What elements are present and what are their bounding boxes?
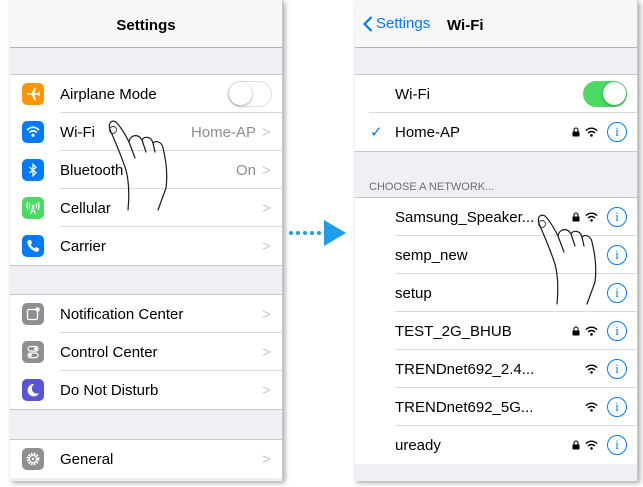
- tap-hand-icon: [537, 214, 597, 305]
- settings-row-control-center[interactable]: Control Center >: [10, 333, 282, 371]
- bluetooth-value: On: [235, 161, 256, 179]
- wifi-signal-icon: [585, 440, 598, 450]
- chevron-right-icon: >: [262, 381, 271, 399]
- airplane-icon: [22, 83, 44, 105]
- settings-row-carrier[interactable]: Carrier >: [10, 227, 282, 265]
- chevron-right-icon: >: [262, 237, 271, 255]
- network-name: Home-AP: [395, 123, 461, 141]
- chevron-right-icon: >: [262, 343, 271, 361]
- chevron-right-icon: >: [262, 305, 271, 323]
- checkmark-icon: ✓: [370, 124, 383, 141]
- back-label: Settings: [376, 15, 431, 32]
- network-row[interactable]: TRENDnet692_5G... i: [355, 388, 637, 426]
- section-header: CHOOSE A NETWORK...: [369, 181, 495, 193]
- row-label: Notification Center: [60, 305, 184, 323]
- bluetooth-icon: [22, 159, 44, 181]
- settings-row-general[interactable]: General >: [10, 440, 282, 478]
- row-label: Carrier: [60, 237, 106, 255]
- chevron-right-icon: >: [262, 161, 271, 179]
- settings-row-notification-center[interactable]: Notification Center >: [10, 295, 282, 333]
- chevron-left-icon: [363, 15, 373, 32]
- network-row[interactable]: TRENDnet692_2.4... i: [355, 350, 637, 388]
- gear-icon: [22, 448, 44, 470]
- network-name: uready: [395, 436, 441, 454]
- wifi-toggle-row[interactable]: Wi-Fi: [355, 75, 637, 113]
- info-button[interactable]: i: [607, 397, 627, 417]
- phone-icon: [22, 235, 44, 257]
- page-title: Wi-Fi: [447, 17, 484, 34]
- settings-row-do-not-disturb[interactable]: Do Not Disturb >: [10, 371, 282, 409]
- tap-hand-icon: [108, 120, 168, 211]
- wifi-value: Home-AP: [190, 123, 256, 141]
- settings-navbar: Settings: [10, 0, 282, 48]
- network-name: TRENDnet692_5G...: [395, 398, 534, 416]
- info-button[interactable]: i: [607, 435, 627, 455]
- network-name: TRENDnet692_2.4...: [395, 360, 535, 378]
- chevron-right-icon: >: [262, 123, 271, 141]
- wifi-label: Wi-Fi: [395, 85, 430, 103]
- lock-icon: [572, 127, 580, 137]
- wifi-signal-icon: [585, 402, 598, 412]
- cellular-icon: [22, 197, 44, 219]
- control-center-icon: [22, 341, 44, 363]
- row-label: General: [60, 450, 114, 468]
- network-row[interactable]: uready i: [355, 426, 637, 464]
- connected-network-row[interactable]: ✓ Home-AP i: [355, 113, 637, 151]
- wifi-toggle[interactable]: [583, 81, 627, 107]
- row-label: Airplane Mode: [60, 85, 157, 103]
- settings-screen: Settings Airplane Mode Wi-Fi Home-AP > B…: [10, 0, 283, 481]
- wifi-signal-icon: [585, 364, 598, 374]
- wifi-icon: [22, 121, 44, 143]
- network-row[interactable]: TEST_2G_BHUB i: [355, 312, 637, 350]
- airplane-mode-toggle[interactable]: [228, 81, 272, 107]
- wifi-screen: Settings Wi-Fi Wi-Fi ✓ Home-AP i CHOOSE …: [355, 0, 638, 481]
- notification-center-icon: [22, 303, 44, 325]
- chevron-right-icon: >: [262, 450, 271, 468]
- page-title: Settings: [116, 17, 176, 34]
- wifi-navbar: Settings Wi-Fi: [355, 0, 637, 48]
- moon-icon: [22, 379, 44, 401]
- info-button[interactable]: i: [607, 122, 627, 142]
- transition-arrow-icon: [289, 220, 346, 246]
- settings-row-airplane-mode[interactable]: Airplane Mode: [10, 75, 282, 113]
- back-button[interactable]: Settings: [363, 15, 430, 32]
- chevron-right-icon: >: [262, 199, 271, 217]
- wifi-signal-icon: [585, 127, 598, 137]
- lock-icon: [572, 440, 580, 450]
- lock-icon: [572, 326, 580, 336]
- info-button[interactable]: i: [607, 321, 627, 341]
- row-label: Do Not Disturb: [60, 381, 159, 399]
- network-name: TEST_2G_BHUB: [395, 322, 512, 340]
- wifi-signal-icon: [585, 326, 598, 336]
- info-button[interactable]: i: [607, 359, 627, 379]
- row-label: Control Center: [60, 343, 158, 361]
